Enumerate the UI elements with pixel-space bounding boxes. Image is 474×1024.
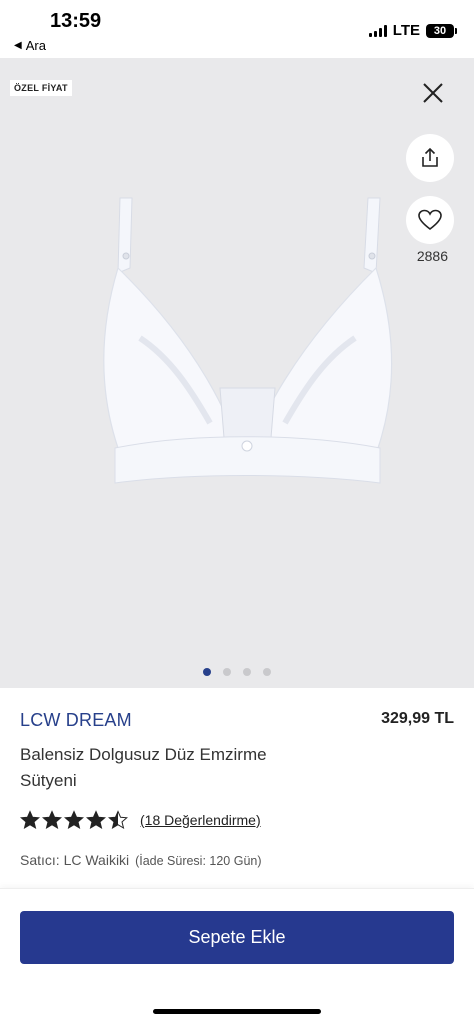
back-app-label: Ara [25,38,46,53]
star-full-icon [42,810,62,830]
favorite-count: 2886 [416,248,448,264]
status-time: 13:59 [50,10,102,32]
battery-icon: 30 [426,23,457,38]
review-count-link[interactable]: (18 Değerlendirme) [140,812,261,828]
star-full-icon [86,810,106,830]
network-type: LTE [392,22,420,39]
special-price-badge: ÖZEL FİYAT [10,80,72,96]
star-full-icon [64,810,84,830]
return-period: (İade Süresi: 120 Gün) [135,854,262,868]
bottom-action-bar: Sepete Ekle [0,888,474,1024]
star-half-icon [108,810,128,830]
product-gallery[interactable]: ÖZEL FİYAT 2886 [0,58,474,688]
image-pagination [0,668,474,676]
pagination-dot[interactable] [263,668,271,676]
status-bar: 13:59 ◀ Ara LTE 30 [0,0,474,58]
battery-level: 30 [433,24,447,37]
share-icon [422,147,438,167]
back-arrow-icon: ◀ [14,40,22,51]
product-info: LCW DREAM 329,99 TL Balensiz Dolgusuz Dü… [0,688,474,888]
back-to-app-link[interactable]: ◀ Ara [14,38,46,53]
home-indicator [153,1009,321,1014]
close-button[interactable] [420,80,446,106]
pagination-dot[interactable] [243,668,251,676]
seller-name: Satıcı: LC Waikiki [20,852,130,868]
product-image[interactable] [80,188,410,498]
star-full-icon [20,810,40,830]
signal-icon [368,24,387,37]
rating[interactable]: (18 Değerlendirme) [20,810,261,830]
favorite-button[interactable] [406,196,454,244]
close-icon [423,83,443,103]
add-to-cart-button[interactable]: Sepete Ekle [20,911,454,964]
seller-info: Satıcı: LC Waikiki (İade Süresi: 120 Gün… [20,852,262,868]
heart-icon [418,209,442,231]
status-indicators: LTE 30 [368,22,457,39]
product-price: 329,99 TL [381,710,454,727]
pagination-dot[interactable] [223,668,231,676]
brand-name[interactable]: LCW DREAM [20,710,132,731]
pagination-dot[interactable] [203,668,211,676]
share-button[interactable] [406,134,454,182]
product-title: Balensiz Dolgusuz Düz Emzirme Sütyeni [20,745,267,790]
